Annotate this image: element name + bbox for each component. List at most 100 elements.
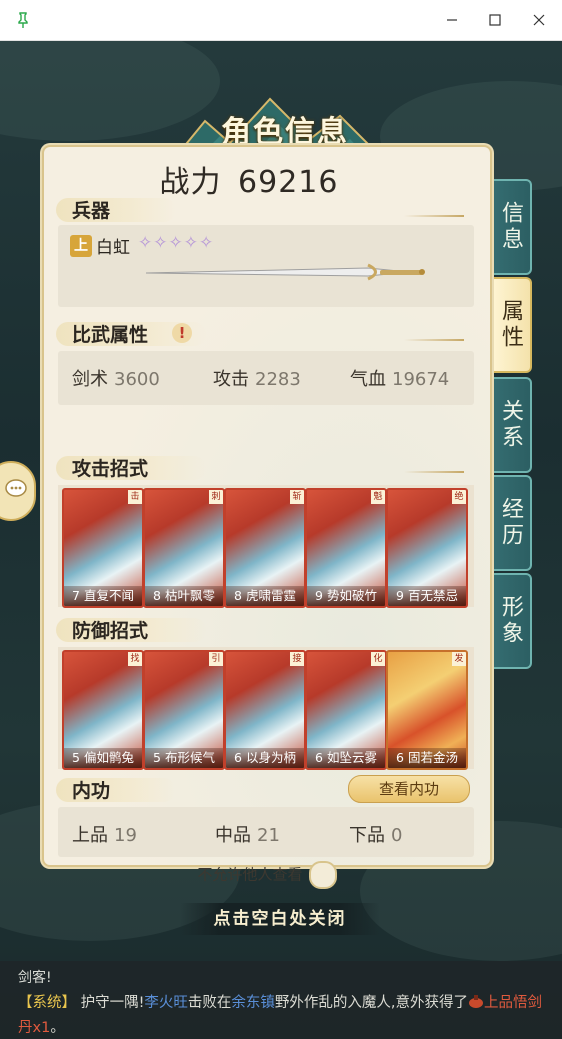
window-titlebar: [0, 0, 562, 41]
weapon-box[interactable]: 上 白虹 ✧✧✧✧✧: [58, 225, 474, 307]
card-type: 绝: [452, 490, 466, 504]
card-caption: 8 枯叶飘零: [145, 586, 223, 606]
grade-upper: 上品 19: [72, 821, 137, 847]
defense-move-card[interactable]: 引 5 布形候气: [143, 650, 225, 770]
chat-panel: 剑客! 【系统】 护守一隅!李火旺击败在余东镇野外作乱的入魔人,意外获得了 上品悟…: [0, 961, 562, 1039]
stat-sword: 剑术 3600: [72, 365, 160, 391]
warning-icon[interactable]: !: [172, 323, 192, 343]
attack-move-card[interactable]: 斩 8 虎啸雷霆: [224, 488, 306, 608]
grade-value: 0: [391, 825, 403, 846]
combat-power-value: 69216: [238, 165, 339, 200]
view-inner-power-button[interactable]: 查看内功: [348, 775, 470, 803]
stat-label: 攻击: [213, 369, 249, 390]
section-label-weapon: 兵器: [72, 200, 111, 222]
card-type: 引: [209, 652, 223, 666]
chat-icon: [5, 479, 27, 497]
message-text: 护守一隅!: [80, 995, 145, 1011]
close-icon[interactable]: [529, 10, 549, 30]
card-caption: 9 势如破竹: [307, 586, 385, 606]
card-caption: 6 固若金汤: [388, 748, 466, 768]
card-type: 发: [452, 652, 466, 666]
attack-move-card[interactable]: 绝 9 百无禁忌: [386, 488, 468, 608]
stat-health: 气血 19674: [350, 365, 449, 391]
section-label-attack: 攻击招式: [72, 458, 149, 480]
divider: [404, 339, 464, 341]
card-type: 找: [128, 652, 142, 666]
defense-moves-row: 找 5 偏如鹘兔 引 5 布形候气 接 6 以身为柄 化 6 如坠云雾 发 6 固若金汤: [58, 647, 474, 770]
section-label-defense: 防御招式: [72, 620, 149, 642]
tab-relations[interactable]: 关系: [490, 377, 532, 473]
stat-label: 剑术: [72, 369, 108, 390]
tab-appearance[interactable]: 形象: [490, 573, 532, 669]
card-caption: 6 如坠云雾: [307, 748, 385, 768]
card-caption: 7 直复不闻: [64, 586, 142, 606]
stat-label: 气血: [350, 369, 386, 390]
card-caption: 8 虎啸雷霆: [226, 586, 304, 606]
tab-info[interactable]: 信息: [490, 179, 532, 275]
weapon-stars: ✧✧✧✧✧: [138, 233, 215, 253]
privacy-setting: 不允许他人查看: [44, 861, 490, 889]
stat-value: 2283: [255, 369, 301, 390]
character-panel: 战力 69216 兵器 上 白虹 ✧✧✧✧✧ 比武属性 ! 剑术 3600 攻击…: [44, 147, 490, 889]
game-viewport[interactable]: 角色信息 信息 属性 关系 经历 形象 战力 69216 兵器 上 白虹 ✧✧✧…: [0, 41, 562, 1039]
grade-label: 下品: [349, 825, 385, 846]
divider: [404, 471, 464, 473]
attack-moves-row: 击 7 直复不闻 刺 8 枯叶飘零 斩 8 虎啸雷霆 魁 9 势如破竹 绝 9 百无禁忌: [58, 485, 474, 608]
attack-move-card[interactable]: 击 7 直复不闻: [62, 488, 144, 608]
inner-power-box: 上品 19 中品 21 下品 0: [58, 807, 474, 857]
attack-move-card[interactable]: 刺 8 枯叶飘零: [143, 488, 225, 608]
pill-icon: [469, 995, 484, 1008]
defense-move-card[interactable]: 找 5 偏如鹘兔: [62, 650, 144, 770]
card-type: 接: [290, 652, 304, 666]
stat-value: 19674: [392, 369, 450, 390]
grade-label: 中品: [215, 825, 251, 846]
weapon-name: 白虹: [96, 238, 130, 258]
stat-attack: 攻击 2283: [213, 365, 301, 391]
grade-middle: 中品 21: [215, 821, 280, 847]
message-text: 击败在: [187, 995, 232, 1011]
attack-move-card[interactable]: 魁 9 势如破竹: [305, 488, 387, 608]
combat-power-label: 战力: [159, 165, 222, 200]
card-type: 刺: [209, 490, 223, 504]
minimize-icon[interactable]: [442, 10, 462, 30]
grade-value: 19: [114, 825, 137, 846]
chat-bubble-button[interactable]: [0, 461, 36, 521]
player-name-link[interactable]: 李火旺: [144, 995, 188, 1011]
card-caption: 5 偏如鹘兔: [64, 748, 142, 768]
defense-move-card[interactable]: 接 6 以身为柄: [224, 650, 306, 770]
grade-lower: 下品 0: [349, 821, 402, 847]
grade-value: 21: [257, 825, 280, 846]
duel-stats-box: 剑术 3600 攻击 2283 气血 19674: [58, 351, 474, 405]
chat-line: 剑客!: [18, 970, 52, 986]
section-label-duel: 比武属性: [72, 324, 149, 346]
pin-icon[interactable]: [14, 11, 32, 29]
privacy-toggle[interactable]: [308, 861, 337, 889]
card-type: 斩: [290, 490, 304, 504]
system-tag: 【系统】: [18, 995, 76, 1011]
card-caption: 9 百无禁忌: [388, 586, 466, 606]
stat-value: 3600: [114, 369, 160, 390]
card-type: 击: [128, 490, 142, 504]
system-message: 【系统】 护守一隅!李火旺击败在余东镇野外作乱的入魔人,意外获得了 上品悟剑丹x1…: [18, 991, 553, 1039]
divider: [404, 215, 464, 217]
sword-icon: [145, 263, 425, 281]
section-label-inner: 内功: [72, 780, 111, 802]
defense-move-card[interactable]: 化 6 如坠云雾: [305, 650, 387, 770]
page-title: 角色信息: [221, 115, 349, 150]
card-type: 魁: [371, 490, 385, 504]
card-type: 化: [371, 652, 385, 666]
tab-experience[interactable]: 经历: [490, 475, 532, 571]
privacy-label: 不允许他人查看: [197, 865, 303, 884]
card-caption: 5 布形候气: [145, 748, 223, 768]
message-text: 。: [50, 1020, 65, 1036]
combat-power: 战力 69216: [44, 157, 454, 201]
maximize-icon[interactable]: [485, 10, 505, 30]
close-hint[interactable]: 点击空白处关闭: [180, 903, 380, 935]
defense-move-card[interactable]: 发 6 固若金汤: [386, 650, 468, 770]
message-text: 野外作乱的入魔人,意外获得了: [274, 995, 469, 1011]
place-link[interactable]: 余东镇: [231, 995, 275, 1011]
grade-label: 上品: [72, 825, 108, 846]
card-caption: 6 以身为柄: [226, 748, 304, 768]
grade-tag: 上: [70, 235, 92, 257]
tab-attributes[interactable]: 属性: [490, 277, 532, 373]
